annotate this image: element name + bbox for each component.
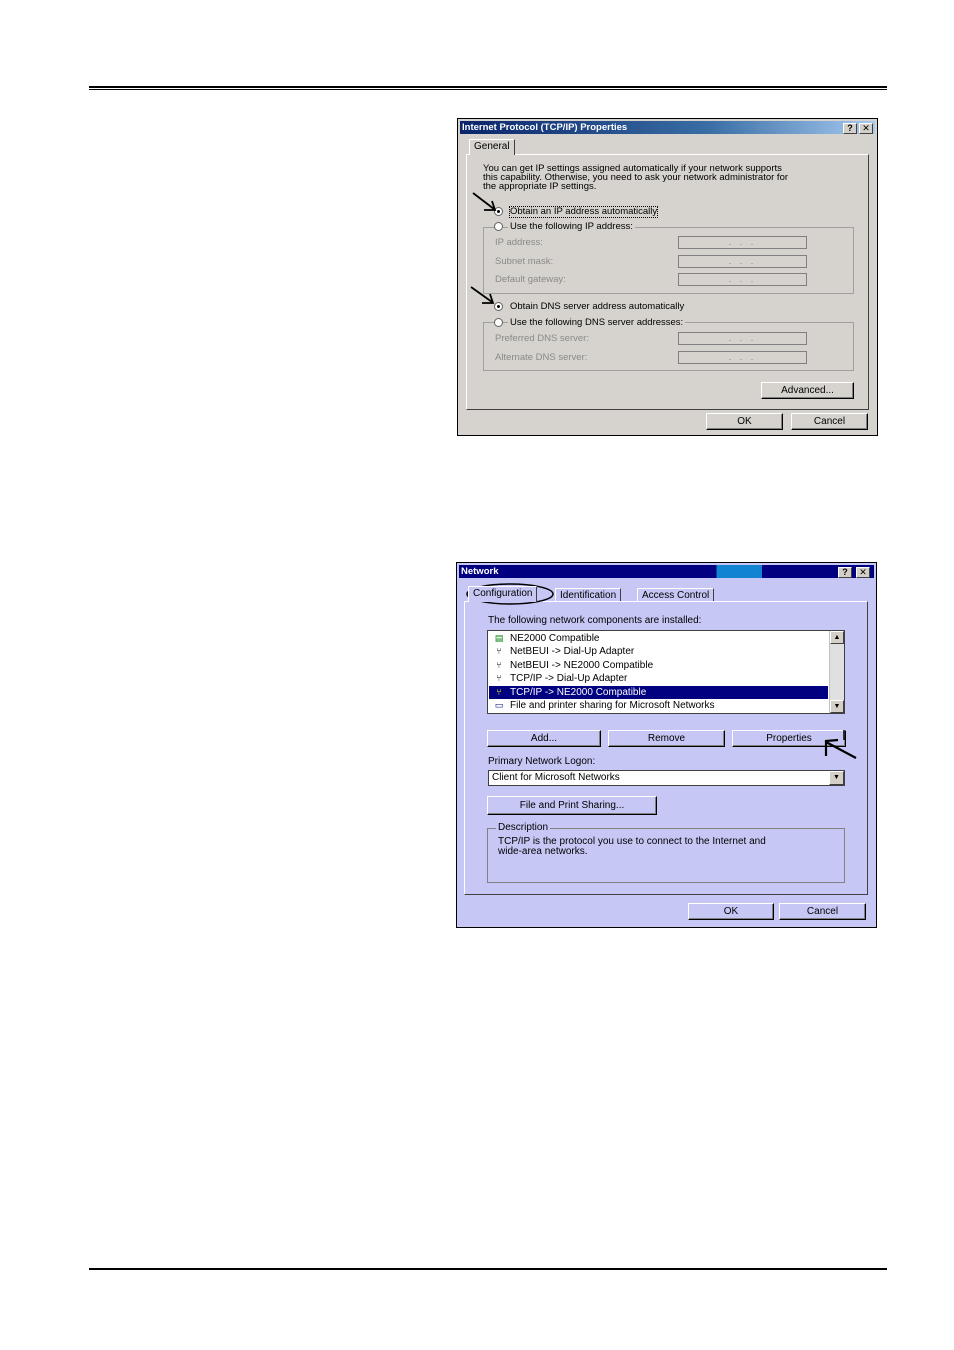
protocol-icon: ⑂ [496, 660, 502, 670]
preferred-dns-field[interactable]: . . . [678, 332, 807, 345]
primary-logon-label: Primary Network Logon: [488, 756, 596, 767]
cancel-button[interactable]: Cancel [779, 903, 866, 920]
cancel-button[interactable]: Cancel [791, 413, 868, 430]
obtain-ip-label[interactable]: Obtain an IP address automatically [508, 206, 659, 218]
help-icon[interactable]: ? [843, 123, 857, 134]
ip-address-label: IP address: [495, 237, 543, 248]
preferred-dns-label: Preferred DNS server: [495, 333, 589, 344]
alternate-dns-field[interactable]: . . . [678, 351, 807, 364]
ok-button[interactable]: OK [706, 413, 783, 430]
scroll-down-icon[interactable]: ▼ [830, 700, 844, 713]
tcpip-title-bar[interactable]: Internet Protocol (TCP/IP) Properties ? … [460, 121, 875, 134]
footer-rule [89, 1268, 887, 1270]
use-dns-radio[interactable] [494, 318, 503, 327]
list-item[interactable]: ▭ File and printer sharing for Microsoft… [489, 699, 828, 712]
network-dialog: Network ? ✕ Configuration Identification… [456, 562, 877, 928]
network-adapter-icon: ▤ [494, 633, 504, 643]
network-title-bar[interactable]: Network ? ✕ [459, 565, 874, 578]
arrow-annotation-icon [824, 730, 857, 759]
remove-button[interactable]: Remove [608, 730, 725, 747]
use-dns-label[interactable]: Use the following DNS server addresses: [508, 318, 686, 328]
use-ip-radio[interactable] [494, 222, 503, 231]
tab-configuration[interactable]: Configuration [468, 586, 538, 602]
chevron-down-icon[interactable]: ▼ [829, 771, 844, 785]
advanced-button[interactable]: Advanced... [761, 382, 854, 399]
list-item[interactable]: ⑂ NetBEUI -> Dial-Up Adapter [489, 645, 828, 658]
subnet-mask-label: Subnet mask: [495, 256, 554, 267]
list-item[interactable]: ▤ NE2000 Compatible [489, 632, 828, 645]
list-scrollbar[interactable]: ▲ ▼ [829, 631, 844, 713]
description-line-2: wide-area networks. [498, 846, 588, 857]
help-icon[interactable]: ? [838, 567, 852, 578]
description-legend: Description [496, 822, 551, 833]
close-icon[interactable]: ✕ [859, 123, 873, 134]
scroll-up-icon[interactable]: ▲ [830, 631, 844, 644]
subnet-mask-field[interactable]: . . . [678, 255, 807, 268]
network-title: Network [461, 566, 499, 577]
primary-logon-value: Client for Microsoft Networks [492, 772, 620, 783]
tab-identification[interactable]: Identification [555, 588, 622, 601]
add-button[interactable]: Add... [487, 730, 601, 747]
header-rule [89, 86, 887, 90]
obtain-dns-label[interactable]: Obtain DNS server address automatically [510, 302, 684, 312]
tab-general[interactable]: General [469, 139, 515, 155]
tcpip-title: Internet Protocol (TCP/IP) Properties [462, 122, 628, 133]
primary-logon-select[interactable]: Client for Microsoft Networks ▼ [488, 770, 845, 786]
protocol-icon: ⑂ [496, 687, 502, 697]
arrow-annotation-icon [472, 192, 497, 211]
file-print-sharing-button[interactable]: File and Print Sharing... [487, 796, 657, 815]
arrow-annotation-icon [470, 286, 495, 304]
list-item-selected[interactable]: ⑂ TCP/IP -> NE2000 Compatible [489, 686, 828, 699]
ok-button[interactable]: OK [688, 903, 774, 920]
alternate-dns-label: Alternate DNS server: [495, 352, 588, 363]
use-ip-label[interactable]: Use the following IP address: [508, 222, 635, 232]
protocol-icon: ⑂ [496, 673, 502, 683]
ip-address-field[interactable]: . . . [678, 236, 807, 249]
components-list[interactable]: ▤ NE2000 Compatible ⑂ NetBEUI -> Dial-Up… [487, 630, 845, 714]
tab-access-control[interactable]: Access Control [637, 588, 715, 601]
close-icon[interactable]: ✕ [856, 567, 870, 578]
list-item[interactable]: ⑂ TCP/IP -> Dial-Up Adapter [489, 672, 828, 685]
list-item[interactable]: ⑂ NetBEUI -> NE2000 Compatible [489, 659, 828, 672]
protocol-icon: ⑂ [496, 646, 502, 656]
components-label: The following network components are ins… [488, 615, 702, 626]
default-gateway-field[interactable]: . . . [678, 273, 807, 286]
tcpip-properties-dialog: Internet Protocol (TCP/IP) Properties ? … [457, 118, 878, 436]
service-icon: ▭ [494, 700, 504, 710]
